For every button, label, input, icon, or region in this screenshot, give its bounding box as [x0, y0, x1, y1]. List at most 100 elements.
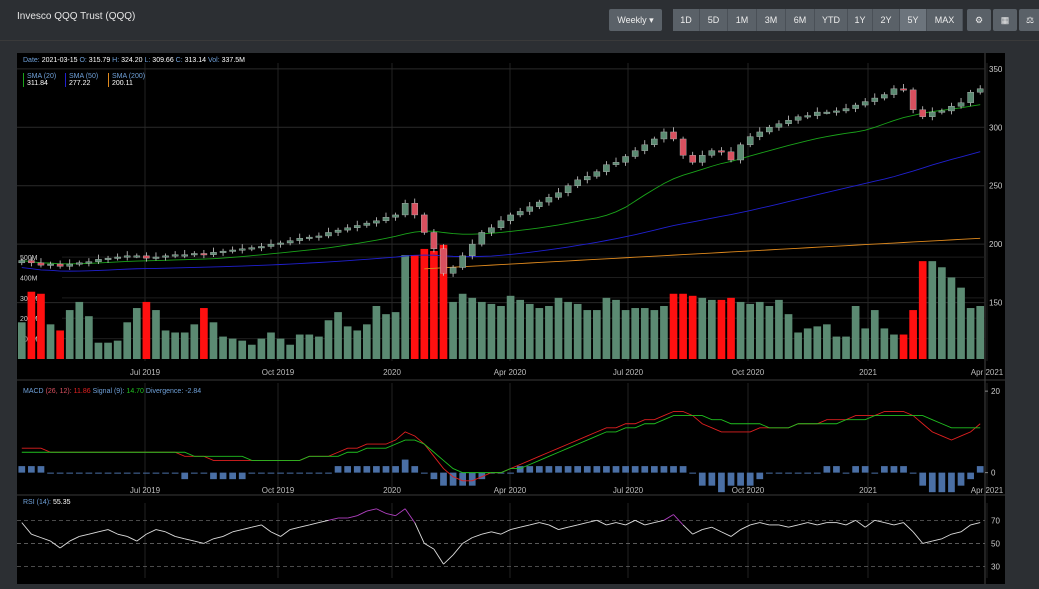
volume-bar	[621, 310, 630, 359]
divergence-bar	[420, 472, 428, 474]
divergence-bar	[334, 466, 342, 473]
divergence-bar	[430, 472, 438, 480]
volume-bar	[46, 324, 55, 359]
divergence-bar	[938, 472, 946, 493]
range-button-3m[interactable]: 3M	[757, 9, 786, 31]
candle-body	[861, 101, 869, 106]
volume-bar	[794, 332, 802, 359]
candle-body	[123, 255, 131, 258]
macd-tick-label: 20	[991, 387, 1000, 396]
divergence-bar	[919, 472, 927, 486]
rsi-segment	[884, 522, 895, 526]
volume-bar	[727, 297, 735, 359]
volume-bar	[938, 267, 946, 359]
interval-dropdown[interactable]: Weekly ▾	[609, 9, 662, 31]
volume-bar	[238, 340, 247, 359]
candle-body	[574, 179, 581, 186]
compare-icon[interactable]: ⚖	[1019, 9, 1039, 31]
rsi-segment	[932, 538, 942, 542]
divergence-bar	[37, 466, 45, 473]
rsi-segment	[529, 522, 540, 526]
range-button-6m[interactable]: 6M	[786, 9, 815, 31]
x-tick-label-price: Oct 2019	[262, 368, 295, 377]
range-button-2y[interactable]: 2Y	[873, 9, 900, 31]
volume-bar	[382, 314, 390, 359]
calculator-icon[interactable]: ▦	[993, 9, 1017, 31]
volume-bar	[468, 297, 477, 359]
rsi-segment	[673, 514, 684, 526]
rsi-segment	[290, 526, 300, 530]
rsi-segment	[40, 537, 51, 542]
caret-down-icon: ▾	[649, 15, 654, 25]
candle-body	[900, 88, 907, 91]
divergence-bar	[660, 466, 668, 473]
volume-bar	[267, 332, 275, 359]
candle-body	[401, 203, 409, 216]
chart-svg[interactable]: Jul 2019Jul 2019Oct 2019Oct 201920202020…	[17, 53, 1005, 584]
candle-body	[766, 127, 773, 133]
rsi-segment	[165, 531, 176, 537]
divergence-bar	[574, 466, 582, 473]
candle-body	[516, 211, 524, 216]
rsi-segment	[893, 522, 904, 526]
volume-bar	[305, 334, 314, 359]
volume-bar	[976, 306, 985, 359]
divergence-bar	[353, 466, 361, 473]
candle-body	[967, 92, 974, 103]
rsi-segment	[663, 514, 674, 521]
rsi-segment	[912, 531, 924, 544]
rsi-segment	[951, 531, 962, 535]
rsi-segment	[357, 510, 368, 517]
rsi-segment	[481, 531, 492, 535]
candle-body	[727, 151, 735, 161]
divergence-bar	[746, 472, 754, 486]
range-button-5d[interactable]: 5D	[700, 9, 728, 31]
range-button-max[interactable]: MAX	[927, 9, 963, 31]
volume-bar	[257, 338, 266, 359]
volume-bar	[870, 310, 879, 359]
volume-bar	[765, 306, 774, 359]
candle-body	[47, 263, 54, 266]
rsi-segment	[702, 526, 712, 530]
divergence-bar	[727, 472, 735, 486]
volume-bar	[56, 330, 64, 359]
candle-body	[564, 185, 572, 193]
volume-bar	[746, 303, 755, 359]
candle-body	[152, 256, 160, 259]
divergence-bar	[622, 466, 629, 473]
candle-body	[890, 88, 898, 95]
rsi-segment	[836, 522, 847, 526]
volume-bar	[813, 326, 822, 359]
candle-body	[76, 262, 83, 265]
rsi-segment	[903, 522, 914, 533]
candle-body	[200, 253, 208, 256]
divergence-bar	[698, 472, 706, 486]
candle-body	[267, 243, 275, 247]
rsi-segment	[59, 540, 70, 549]
divergence-bar	[967, 472, 974, 480]
candle-body	[737, 144, 744, 161]
divergence-bar	[708, 472, 716, 486]
candle-body	[219, 250, 227, 253]
range-button-1m[interactable]: 1M	[728, 9, 757, 31]
range-button-ytd[interactable]: YTD	[815, 9, 848, 31]
divergence-bar	[296, 472, 304, 474]
divergence-bar	[909, 472, 917, 474]
divergence-bar	[689, 472, 697, 474]
rsi-segment	[970, 522, 981, 526]
range-button-5y[interactable]: 5Y	[900, 9, 927, 31]
rsi-tick-label: 30	[991, 562, 1000, 571]
rsi-segment	[500, 529, 511, 535]
x-tick-label-price: 2020	[383, 368, 401, 377]
volume-bar	[957, 287, 965, 359]
volume-bar	[516, 299, 525, 359]
divergence-bar	[679, 466, 687, 473]
rsi-segment	[50, 540, 61, 549]
volume-bar	[324, 320, 333, 359]
volume-tick-label: 400M	[20, 275, 38, 282]
range-button-1y[interactable]: 1Y	[848, 9, 873, 31]
candle-body	[976, 88, 984, 93]
rsi-segment	[21, 522, 32, 535]
range-button-1d[interactable]: 1D	[673, 9, 700, 31]
settings-icon[interactable]: ⚙	[967, 9, 991, 31]
